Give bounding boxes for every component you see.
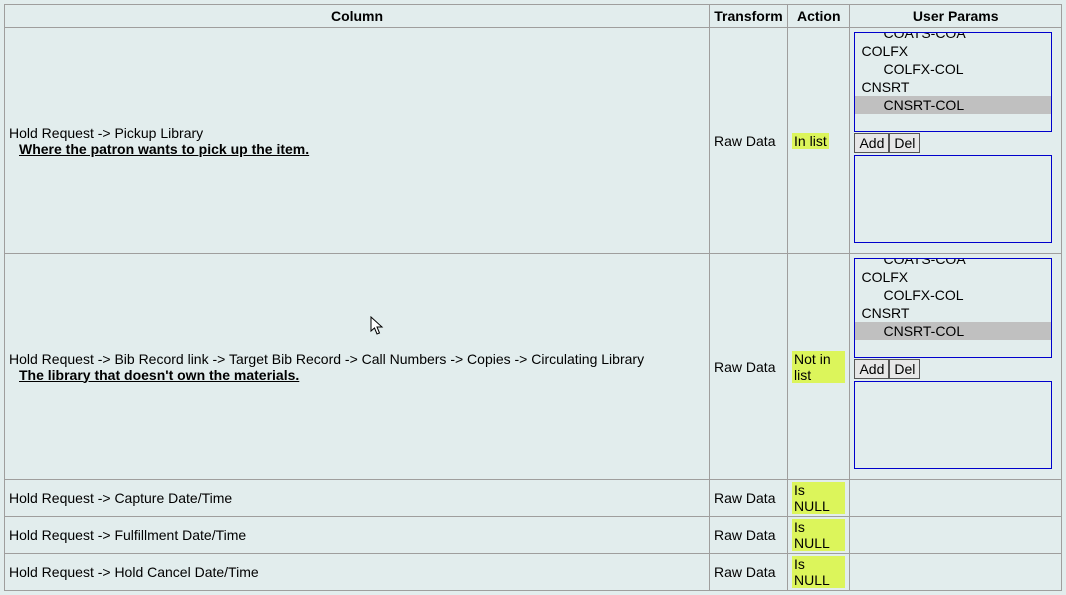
column-cell: Hold Request -> Fulfillment Date/Time bbox=[5, 517, 710, 554]
list-item[interactable]: COLFX bbox=[855, 42, 1051, 60]
table-row: Hold Request -> Pickup Library Where the… bbox=[5, 28, 1062, 254]
list-item[interactable]: COATS-COA bbox=[855, 258, 1051, 268]
library-listbox[interactable]: COATS-COA COLFX COLFX-COL CNSRT CNSRT-CO… bbox=[854, 32, 1052, 132]
transform-cell: Raw Data bbox=[710, 517, 788, 554]
add-button[interactable]: Add bbox=[854, 359, 889, 379]
column-cell: Hold Request -> Bib Record link -> Targe… bbox=[5, 254, 710, 480]
transform-cell: Raw Data bbox=[710, 28, 788, 254]
table-row: Hold Request -> Bib Record link -> Targe… bbox=[5, 254, 1062, 480]
list-item[interactable]: COLFX bbox=[855, 268, 1051, 286]
header-transform: Transform bbox=[710, 5, 788, 28]
table-row: Hold Request -> Hold Cancel Date/Time Ra… bbox=[5, 554, 1062, 591]
column-desc: Where the patron wants to pick up the it… bbox=[19, 141, 309, 157]
list-item[interactable]: CNSRT-COL bbox=[855, 96, 1051, 114]
selected-listbox[interactable] bbox=[854, 155, 1052, 243]
action-cell: Is NULL bbox=[788, 480, 850, 517]
header-action: Action bbox=[788, 5, 850, 28]
table-row: Hold Request -> Fulfillment Date/Time Ra… bbox=[5, 517, 1062, 554]
del-button[interactable]: Del bbox=[889, 359, 920, 379]
list-item[interactable]: COATS-COA bbox=[855, 32, 1051, 42]
action-cell: Is NULL bbox=[788, 517, 850, 554]
params-cell: COATS-COA COLFX COLFX-COL CNSRT CNSRT-CO… bbox=[850, 28, 1062, 254]
transform-cell: Raw Data bbox=[710, 480, 788, 517]
action-value: Is NULL bbox=[792, 556, 845, 588]
table-row: Hold Request -> Capture Date/Time Raw Da… bbox=[5, 480, 1062, 517]
action-value: Not in list bbox=[792, 351, 845, 383]
action-value: In list bbox=[792, 133, 829, 149]
del-button[interactable]: Del bbox=[889, 133, 920, 153]
action-cell: Is NULL bbox=[788, 554, 850, 591]
transform-cell: Raw Data bbox=[710, 254, 788, 480]
list-item[interactable]: CNSRT bbox=[855, 304, 1051, 322]
column-cell: Hold Request -> Capture Date/Time bbox=[5, 480, 710, 517]
library-listbox[interactable]: COATS-COA COLFX COLFX-COL CNSRT CNSRT-CO… bbox=[854, 258, 1052, 358]
action-value: Is NULL bbox=[792, 519, 845, 551]
header-params: User Params bbox=[850, 5, 1062, 28]
list-item[interactable]: COLFX-COL bbox=[855, 286, 1051, 304]
action-cell: In list bbox=[788, 28, 850, 254]
params-cell bbox=[850, 480, 1062, 517]
column-cell: Hold Request -> Pickup Library Where the… bbox=[5, 28, 710, 254]
transform-cell: Raw Data bbox=[710, 554, 788, 591]
action-cell: Not in list bbox=[788, 254, 850, 480]
column-path: Hold Request -> Pickup Library bbox=[9, 125, 203, 141]
list-item[interactable]: COLFX-COL bbox=[855, 60, 1051, 78]
header-column: Column bbox=[5, 5, 710, 28]
action-value: Is NULL bbox=[792, 482, 845, 514]
params-cell bbox=[850, 517, 1062, 554]
add-button[interactable]: Add bbox=[854, 133, 889, 153]
column-cell: Hold Request -> Hold Cancel Date/Time bbox=[5, 554, 710, 591]
list-item[interactable]: CNSRT bbox=[855, 78, 1051, 96]
filter-table: Column Transform Action User Params Hold… bbox=[4, 4, 1062, 591]
list-item[interactable]: CNSRT-COL bbox=[855, 322, 1051, 340]
params-cell: COATS-COA COLFX COLFX-COL CNSRT CNSRT-CO… bbox=[850, 254, 1062, 480]
params-cell bbox=[850, 554, 1062, 591]
column-path: Hold Request -> Bib Record link -> Targe… bbox=[9, 351, 644, 367]
column-desc: The library that doesn't own the materia… bbox=[19, 367, 299, 383]
selected-listbox[interactable] bbox=[854, 381, 1052, 469]
